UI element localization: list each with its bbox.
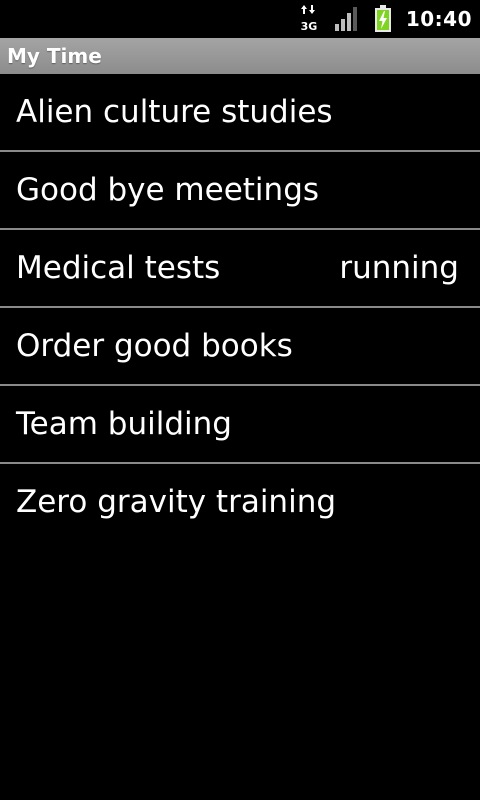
list-item[interactable]: Order good books xyxy=(0,308,480,386)
task-status: running xyxy=(339,250,459,286)
list-item[interactable]: Medical tests running xyxy=(0,230,480,308)
status-bar: 3G 10:40 xyxy=(0,0,480,38)
battery-charging-icon xyxy=(374,5,392,33)
app-title-bar: My Time xyxy=(0,38,480,74)
task-label: Order good books xyxy=(16,328,293,364)
list-item[interactable]: Alien culture studies xyxy=(0,74,480,152)
task-label: Alien culture studies xyxy=(16,94,333,130)
list-item[interactable]: Zero gravity training xyxy=(0,464,480,540)
svg-text:3G: 3G xyxy=(300,20,317,33)
app-title: My Time xyxy=(7,44,102,68)
list-item[interactable]: Good bye meetings xyxy=(0,152,480,230)
list-item[interactable]: Team building xyxy=(0,386,480,464)
network-3g-icon: 3G xyxy=(298,4,320,34)
task-list: Alien culture studies Good bye meetings … xyxy=(0,74,480,540)
task-label: Medical tests xyxy=(16,250,221,286)
task-label: Team building xyxy=(16,406,232,442)
status-icons: 3G 10:40 xyxy=(298,0,472,38)
task-label: Zero gravity training xyxy=(16,484,337,520)
task-label: Good bye meetings xyxy=(16,172,320,208)
status-clock: 10:40 xyxy=(405,7,472,31)
signal-strength-icon xyxy=(334,6,360,32)
